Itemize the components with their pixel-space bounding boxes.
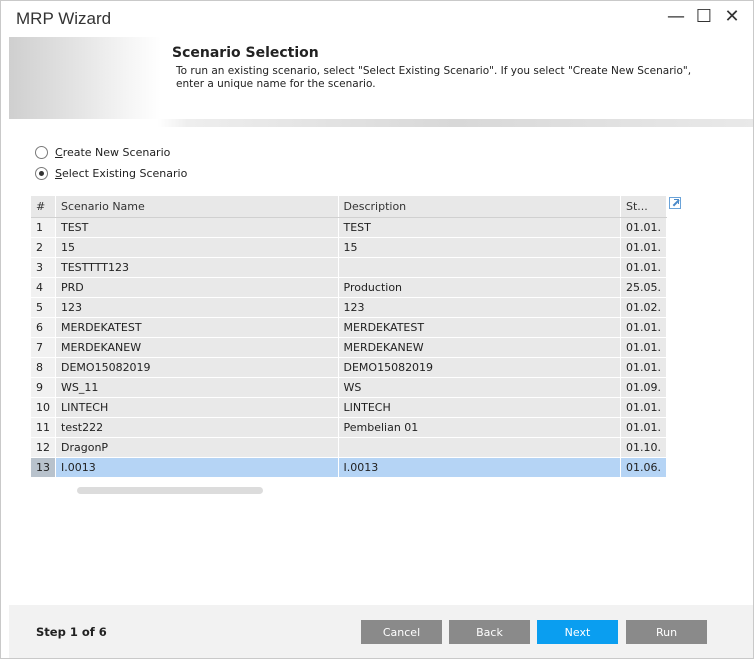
row-number: 6 <box>31 317 56 338</box>
header-graphic <box>9 37 161 119</box>
table-row[interactable]: 6 MERDEKATEST MERDEKATEST 01.01. <box>31 317 667 338</box>
scenario-name-cell[interactable]: DEMO15082019 <box>55 357 339 378</box>
row-number: 12 <box>31 437 56 458</box>
column-header-start[interactable]: St... <box>620 196 667 218</box>
scenario-name-cell[interactable]: WS_11 <box>55 377 339 398</box>
description-cell[interactable]: MERDEKATEST <box>338 317 621 338</box>
start-cell[interactable]: 01.01. <box>620 357 667 378</box>
scenario-name-cell[interactable]: 15 <box>55 237 339 258</box>
description-cell[interactable]: WS <box>338 377 621 398</box>
description-cell[interactable]: 123 <box>338 297 621 318</box>
column-header-number[interactable]: # <box>31 196 56 218</box>
table-row[interactable]: 4 PRD Production 25.05. <box>31 277 667 298</box>
row-number: 11 <box>31 417 56 438</box>
horizontal-scrollbar[interactable] <box>77 487 263 494</box>
row-number: 3 <box>31 257 56 278</box>
description-cell[interactable]: Pembelian 01 <box>338 417 621 438</box>
scenario-grid: # Scenario Name Description St... 1 TEST T… <box>31 196 667 478</box>
start-cell[interactable]: 01.01. <box>620 237 667 258</box>
start-cell[interactable]: 01.01. <box>620 337 667 358</box>
title-bar: MRP Wizard — ☐ ✕ <box>1 1 753 37</box>
row-number: 1 <box>31 217 56 238</box>
table-row[interactable]: 12 DragonP 01.10. <box>31 437 667 458</box>
mrp-wizard-window: MRP Wizard — ☐ ✕ Scenario Selection To r… <box>0 0 754 659</box>
start-cell[interactable]: 01.10. <box>620 437 667 458</box>
scenario-name-cell[interactable]: I.0013 <box>55 457 339 478</box>
start-cell[interactable]: 01.06. <box>620 457 667 478</box>
create-new-scenario-radio[interactable] <box>35 146 48 159</box>
window-title: MRP Wizard <box>16 9 112 28</box>
scenario-name-cell[interactable]: 123 <box>55 297 339 318</box>
description-cell[interactable]: TEST <box>338 217 621 238</box>
start-cell[interactable]: 01.09. <box>620 377 667 398</box>
row-number: 13 <box>31 457 56 478</box>
page-description: To run an existing scenario, select "Sel… <box>176 65 692 90</box>
start-cell[interactable]: 01.01. <box>620 397 667 418</box>
next-button[interactable]: Next <box>537 620 618 644</box>
table-row[interactable]: 3 TESTTTT123 01.01. <box>31 257 667 278</box>
row-number: 8 <box>31 357 56 378</box>
column-header-description[interactable]: Description <box>338 196 621 218</box>
window-controls: — ☐ ✕ <box>667 7 741 27</box>
minimize-icon[interactable]: — <box>667 7 685 27</box>
run-button[interactable]: Run <box>626 620 707 644</box>
table-row[interactable]: 11 test222 Pembelian 01 01.01. <box>31 417 667 438</box>
scenario-name-cell[interactable]: LINTECH <box>55 397 339 418</box>
scenario-name-cell[interactable]: MERDEKANEW <box>55 337 339 358</box>
description-cell[interactable]: 15 <box>338 237 621 258</box>
description-cell[interactable] <box>338 437 621 458</box>
row-number: 5 <box>31 297 56 318</box>
back-button[interactable]: Back <box>449 620 530 644</box>
wizard-footer: Step 1 of 6 Cancel Back Next Run <box>9 605 753 658</box>
close-icon[interactable]: ✕ <box>723 7 741 27</box>
row-number: 7 <box>31 337 56 358</box>
select-existing-scenario-option[interactable]: Select Existing Scenario <box>35 167 187 180</box>
start-cell[interactable]: 01.01. <box>620 217 667 238</box>
description-cell[interactable]: LINTECH <box>338 397 621 418</box>
description-cell[interactable] <box>338 257 621 278</box>
step-indicator: Step 1 of 6 <box>36 625 107 639</box>
select-existing-scenario-radio[interactable] <box>35 167 48 180</box>
row-number: 10 <box>31 397 56 418</box>
create-new-scenario-label: Create New Scenario <box>55 146 171 159</box>
start-cell[interactable]: 01.01. <box>620 317 667 338</box>
create-new-scenario-option[interactable]: Create New Scenario <box>35 146 170 159</box>
scenario-name-cell[interactable]: MERDEKATEST <box>55 317 339 338</box>
expand-icon[interactable] <box>669 197 681 209</box>
table-row-selected[interactable]: 13 I.0013 I.0013 01.06. <box>31 457 667 478</box>
start-cell[interactable]: 01.02. <box>620 297 667 318</box>
row-number: 4 <box>31 277 56 298</box>
description-cell[interactable]: DEMO15082019 <box>338 357 621 378</box>
cancel-button[interactable]: Cancel <box>361 620 442 644</box>
row-number: 2 <box>31 237 56 258</box>
scenario-name-cell[interactable]: TESTTTT123 <box>55 257 339 278</box>
page-title: Scenario Selection <box>172 45 319 61</box>
wizard-header: Scenario Selection To run an existing sc… <box>9 37 753 129</box>
header-divider <box>9 119 753 127</box>
maximize-icon[interactable]: ☐ <box>695 7 713 27</box>
table-row[interactable]: 7 MERDEKANEW MERDEKANEW 01.01. <box>31 337 667 358</box>
scenario-name-cell[interactable]: test222 <box>55 417 339 438</box>
row-number: 9 <box>31 377 56 398</box>
table-row[interactable]: 1 TEST TEST 01.01. <box>31 217 667 238</box>
table-row[interactable]: 9 WS_11 WS 01.09. <box>31 377 667 398</box>
table-row[interactable]: 2 15 15 01.01. <box>31 237 667 258</box>
table-row[interactable]: 10 LINTECH LINTECH 01.01. <box>31 397 667 418</box>
scenario-name-cell[interactable]: TEST <box>55 217 339 238</box>
scenario-name-cell[interactable]: PRD <box>55 277 339 298</box>
table-row[interactable]: 8 DEMO15082019 DEMO15082019 01.01. <box>31 357 667 378</box>
scenario-name-cell[interactable]: DragonP <box>55 437 339 458</box>
description-cell[interactable]: MERDEKANEW <box>338 337 621 358</box>
description-cell[interactable]: Production <box>338 277 621 298</box>
description-cell[interactable]: I.0013 <box>338 457 621 478</box>
select-existing-scenario-label: Select Existing Scenario <box>55 167 188 180</box>
start-cell[interactable]: 25.05. <box>620 277 667 298</box>
start-cell[interactable]: 01.01. <box>620 417 667 438</box>
column-header-scenario-name[interactable]: Scenario Name <box>55 196 339 218</box>
grid-header-row: # Scenario Name Description St... <box>31 196 667 218</box>
start-cell[interactable]: 01.01. <box>620 257 667 278</box>
table-row[interactable]: 5 123 123 01.02. <box>31 297 667 318</box>
